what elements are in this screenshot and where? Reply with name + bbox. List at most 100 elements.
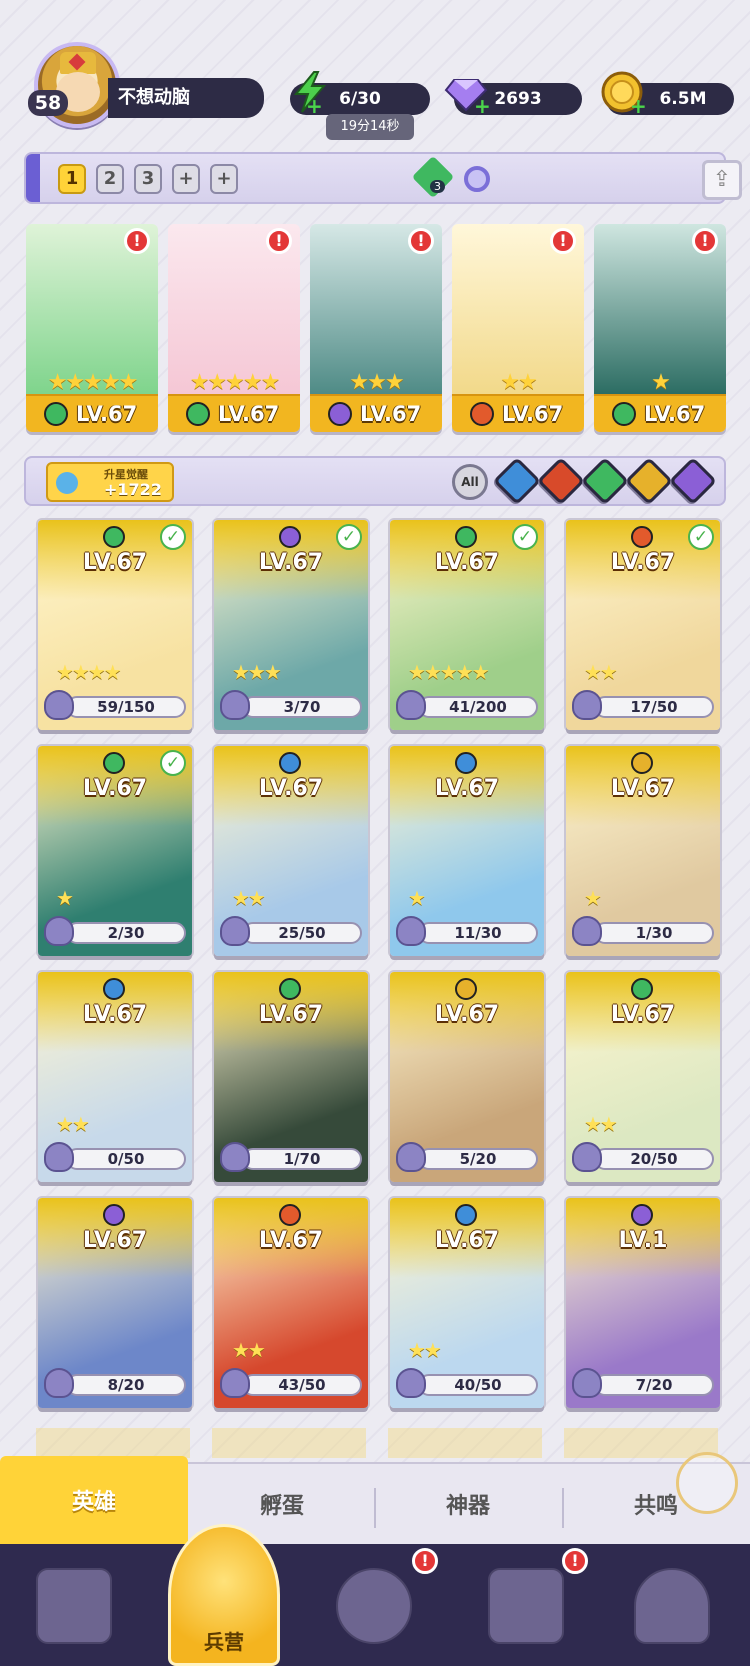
check-icon: ✓	[688, 524, 714, 550]
add-gem-icon[interactable]: +	[474, 96, 491, 116]
hero-card[interactable]: LV.67 ★★ 43/50	[214, 1198, 368, 1408]
hero-level: LV.67	[360, 402, 422, 426]
shard-progress: 1/70	[242, 1148, 362, 1170]
search-icon[interactable]	[464, 166, 490, 192]
hero-card[interactable]: ✓ LV.67 ★ 2/30	[38, 746, 192, 956]
element-icon	[631, 526, 653, 548]
shard-icon	[44, 690, 74, 720]
compass-icon[interactable]	[676, 1452, 738, 1514]
star-awaken-button[interactable]: 升星觉醒 +1722	[46, 462, 174, 502]
hero-card[interactable]: LV.67 ★★ 40/50	[390, 1198, 544, 1408]
check-icon: ✓	[336, 524, 362, 550]
element-icon	[279, 1204, 301, 1226]
share-icon[interactable]: ⇪	[702, 160, 742, 200]
filter-fire-button[interactable]	[536, 456, 586, 506]
team-selector-bar: 1 2 3 + + 3 ⇪	[24, 152, 742, 204]
hero-level: LV.67	[644, 402, 706, 426]
shrine-icon[interactable]	[488, 1568, 564, 1644]
filter-dark-button[interactable]	[668, 456, 718, 506]
filter-light-button[interactable]	[624, 456, 674, 506]
hero-card[interactable]: ✓ LV.67 ★★ 17/50	[566, 520, 720, 730]
hero-subtabs: 英雄 孵蛋 神器 共鸣	[0, 1456, 750, 1546]
shard-progress: 20/50	[594, 1148, 714, 1170]
shard-icon	[220, 1368, 250, 1398]
tab-artifact[interactable]: 神器	[374, 1464, 562, 1546]
hero-card[interactable]: LV.67 ★★ 25/50	[214, 746, 368, 956]
nature-element-icon	[186, 402, 210, 426]
alert-icon: !	[550, 228, 576, 254]
nav-barracks-label: 兵营	[204, 1630, 244, 1654]
hero-card[interactable]: ✓ LV.67 ★★★★★ 41/200	[390, 520, 544, 730]
hero-card[interactable]: ✓ LV.67 ★★★ 3/70	[214, 520, 368, 730]
hero-stars: ★★★★★	[408, 660, 490, 684]
level-bar: LV.67	[310, 394, 442, 432]
shard-progress: 8/20	[66, 1374, 186, 1396]
check-icon: ✓	[160, 524, 186, 550]
hero-stars: ★	[408, 886, 426, 910]
hero-level: LV.1	[618, 1228, 668, 1253]
team-tab-add-2[interactable]: +	[210, 164, 238, 194]
hero-card[interactable]: ✓ LV.67 ★★★★ 59/150	[38, 520, 192, 730]
hero-stars: ★★★	[232, 660, 282, 684]
map-book-icon[interactable]	[336, 1568, 412, 1644]
hero-card[interactable]: LV.67 8/20	[38, 1198, 192, 1408]
hero-level: LV.67	[610, 776, 676, 801]
filter-nature-button[interactable]	[580, 456, 630, 506]
hero-level: LV.67	[258, 776, 324, 801]
hero-level: LV.67	[434, 1228, 500, 1253]
hero-stars: ★★	[408, 1338, 442, 1362]
hero-level: LV.67	[82, 776, 148, 801]
team-slot-5[interactable]: ★ LV.67 !	[594, 224, 726, 432]
hero-level: LV.67	[610, 1002, 676, 1027]
element-icon	[631, 978, 653, 1000]
shard-progress: 25/50	[242, 922, 362, 944]
check-icon: ✓	[160, 750, 186, 776]
element-icon	[279, 978, 301, 1000]
tab-heroes[interactable]: 英雄	[0, 1456, 188, 1544]
shard-progress: 3/70	[242, 696, 362, 718]
level-bar: LV.67	[594, 394, 726, 432]
nav-barracks-button[interactable]: 兵营	[168, 1524, 280, 1666]
awaken-value: +1722	[104, 480, 162, 499]
hero-stars: ★★	[56, 1112, 90, 1136]
shard-progress: 0/50	[66, 1148, 186, 1170]
element-icon	[279, 752, 301, 774]
shard-icon	[220, 1142, 250, 1172]
shard-icon	[44, 1368, 74, 1398]
team-tab-2[interactable]: 2	[96, 164, 124, 194]
player-name[interactable]: 不想动脑	[108, 78, 264, 118]
filter-all-button[interactable]: All	[452, 464, 488, 500]
hero-card[interactable]: LV.67 1/70	[214, 972, 368, 1182]
bottom-nav	[0, 1544, 750, 1666]
team-bar-cap	[26, 154, 40, 202]
hero-stars: ★★	[584, 1112, 618, 1136]
shard-progress: 43/50	[242, 1374, 362, 1396]
filter-water-button[interactable]	[492, 456, 542, 506]
team-slot-1[interactable]: ★★★★★ LV.67 !	[26, 224, 158, 432]
mushroom-icon[interactable]	[634, 1568, 710, 1644]
add-energy-icon[interactable]: +	[306, 96, 323, 116]
hero-card[interactable]: LV.67 ★ 1/30	[566, 746, 720, 956]
shard-progress: 40/50	[418, 1374, 538, 1396]
team-slot-4[interactable]: ★★ LV.67 !	[452, 224, 584, 432]
team-tab-3[interactable]: 3	[134, 164, 162, 194]
hero-card[interactable]: LV.1 7/20	[566, 1198, 720, 1408]
cards-icon[interactable]	[36, 1568, 112, 1644]
alert-icon: !	[408, 228, 434, 254]
hero-card[interactable]: LV.67 5/20	[390, 972, 544, 1182]
team-tab-1[interactable]: 1	[58, 164, 86, 194]
element-icon	[455, 526, 477, 548]
element-icon	[631, 752, 653, 774]
hero-card[interactable]: LV.67 ★★ 0/50	[38, 972, 192, 1182]
hero-card[interactable]: LV.67 ★★ 20/50	[566, 972, 720, 1182]
shard-icon	[572, 690, 602, 720]
team-tab-add-1[interactable]: +	[172, 164, 200, 194]
shard-icon	[396, 1142, 426, 1172]
add-gold-icon[interactable]: +	[630, 96, 647, 116]
shard-progress: 5/20	[418, 1148, 538, 1170]
team-slot-2[interactable]: ★★★★★ LV.67 !	[168, 224, 300, 432]
level-bar: LV.67	[26, 394, 158, 432]
hero-stars: ★★★	[349, 370, 404, 395]
team-slot-3[interactable]: ★★★ LV.67 !	[310, 224, 442, 432]
hero-card[interactable]: LV.67 ★ 11/30	[390, 746, 544, 956]
